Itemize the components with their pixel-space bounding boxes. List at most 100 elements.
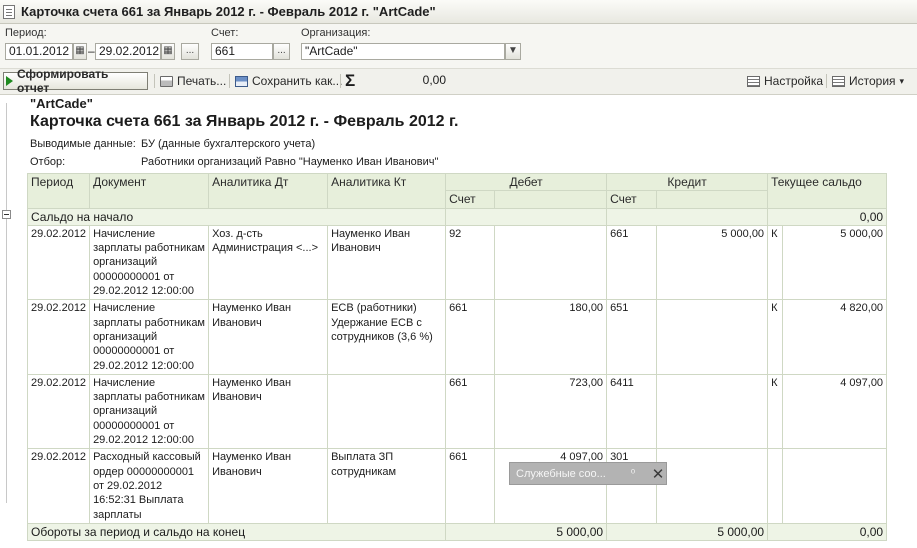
col-header-debit[interactable]: Дебет [445,172,608,192]
cell-debit-account: 92 [445,224,496,301]
col-header-credit[interactable]: Кредит [606,172,769,192]
cell-analytics-dt[interactable]: Науменко Иван Иванович [208,373,329,450]
period-select-button[interactable]: ... [181,43,199,60]
document-icon [3,4,15,19]
window-titlebar: Карточка счета 661 за Январь 2012 г. - Ф… [0,0,917,24]
cell-document[interactable]: Расходный кассовый ордер 00000000001 от … [89,448,210,524]
header-row: Период Документ Аналитика Дт Аналитика К… [26,172,888,209]
close-icon[interactable]: ✕ [650,465,666,483]
generate-report-button[interactable]: Сформировать отчет [3,67,148,95]
col-header-credit-account[interactable]: Счет [606,190,658,209]
account-label: Счет: [211,27,239,39]
chevron-down-icon: ▾ [899,75,905,86]
col-header-analytics-kt[interactable]: Аналитика Кт [327,173,447,209]
history-icon [832,75,845,87]
settings-icon [747,75,760,87]
sigma-icon: Σ [345,71,356,90]
cell-debit-account: 661 [445,448,496,524]
cell-period: 29.02.2012 [26,299,91,375]
report-title: Карточка счета 661 за Январь 2012 г. - Ф… [30,113,459,130]
filter-panel: Период: 01.01.2012 ▦ – 29.02.2012 ▦ ... … [0,24,917,68]
cell-credit-amount: 5 000,00 [656,224,769,301]
history-label: История [849,74,896,88]
date-to-input[interactable]: 29.02.2012 [95,43,161,60]
opening-balance-label: Сальдо на начало [26,207,447,226]
col-header-debit-account[interactable]: Счет [445,190,496,209]
filter-value: Работники организаций Равно "Науменко Ив… [141,156,439,168]
cell-document[interactable]: Начисление зарплаты работникам организац… [89,224,210,301]
cell-debit-account: 661 [445,373,496,450]
save-as-label: Сохранить как... [252,74,343,88]
totals-credit: 5 000,00 [606,522,769,542]
report-sheet: "ArtCade" Карточка счета 661 за Январь 2… [0,95,917,548]
floppy-disk-icon [235,75,248,87]
toolbar-separator [229,74,230,88]
col-header-document[interactable]: Документ [89,173,210,209]
cell-period: 29.02.2012 [26,448,91,524]
cell-credit-account: 651 [606,299,658,375]
table-row[interactable]: 29.02.2012 Начисление зарплаты работника… [26,299,888,375]
totals-debit: 5 000,00 [445,522,608,542]
play-icon [6,76,13,86]
cell-document[interactable]: Начисление зарплаты работникам организац… [89,299,210,375]
period-label: Период: [5,27,47,39]
output-data-value: БУ (данные бухгалтерского учета) [141,138,316,150]
cell-debit-amount [494,224,608,301]
cell-credit-account: 6411 [606,373,658,450]
cell-analytics-dt[interactable]: Науменко Иван Иванович [208,448,329,524]
cell-analytics-kt[interactable]: ЕСВ (работники) Удержание ЕСВ с сотрудни… [327,299,447,375]
cell-balance-amount: 4 097,00 [782,373,888,450]
group-tree-line [6,103,7,503]
history-button[interactable]: История ▾ [832,72,904,90]
table-row[interactable]: 29.02.2012 Начисление зарплаты работника… [26,224,888,301]
toolbar-separator [154,74,155,88]
cell-balance-side [767,448,784,524]
printer-icon [160,75,173,87]
cell-analytics-dt[interactable]: Хоз. д-сть Администрация <...> [208,224,329,301]
save-as-button[interactable]: Сохранить как... [235,72,342,90]
cell-debit-amount: 723,00 [494,373,608,450]
cell-balance-side: К [767,224,784,301]
opening-balance-row[interactable]: Сальдо на начало 0,00 [26,207,888,226]
date-from-input[interactable]: 01.01.2012 [5,43,73,60]
cell-debit-amount: 4 097,00 [494,448,608,524]
calendar-to-icon[interactable]: ▦ [161,43,175,60]
service-messages-popup[interactable]: Служебные соо... ⁰ ✕ [509,462,667,485]
cell-analytics-dt[interactable]: Науменко Иван Иванович [208,299,329,375]
cell-document[interactable]: Начисление зарплаты работникам организац… [89,373,210,450]
print-button[interactable]: Печать... [160,72,226,90]
organization-input[interactable]: "ArtCade" [301,43,505,60]
cell-analytics-kt[interactable] [327,373,447,450]
col-header-analytics-dt[interactable]: Аналитика Дт [208,173,329,209]
print-label: Печать... [177,74,227,88]
toolbar-separator [340,74,341,88]
pin-icon[interactable]: ⁰ [628,467,638,480]
cell-analytics-kt[interactable]: Выплата ЗП сотрудникам [327,448,447,524]
window-title: Карточка счета 661 за Январь 2012 г. - Ф… [21,4,436,19]
cell-balance-amount [782,448,888,524]
report-table: Период Документ Аналитика Дт Аналитика К… [26,172,888,542]
totals-label: Обороты за период и сальдо на конец [26,522,447,542]
account-input[interactable]: 661 [211,43,273,60]
collapse-group-icon[interactable] [2,210,11,219]
chevron-down-icon[interactable]: ▼ [505,43,521,60]
account-select-button[interactable]: ... [273,43,290,60]
filter-label: Отбор: [30,156,66,168]
table-row[interactable]: 29.02.2012 Начисление зарплаты работника… [26,373,888,450]
table-row[interactable]: 29.02.2012 Расходный кассовый ордер 0000… [26,448,888,524]
period-dash: – [88,44,95,58]
col-header-period[interactable]: Период [26,173,91,209]
service-messages-label: Служебные соо... [516,467,606,480]
col-header-debit-amount [494,190,608,209]
cell-balance-side: К [767,373,784,450]
cell-analytics-kt[interactable]: Науменко Иван Иванович [327,224,447,301]
col-header-balance[interactable]: Текущее сальдо [767,173,888,209]
cell-balance-amount: 5 000,00 [782,224,888,301]
totals-balance: 0,00 [767,522,888,542]
totals-row[interactable]: Обороты за период и сальдо на конец 5 00… [26,522,888,542]
cell-credit-amount [656,299,769,375]
calendar-from-icon[interactable]: ▦ [73,43,87,60]
cell-debit-amount: 180,00 [494,299,608,375]
opening-balance-value: 0,00 [767,207,888,226]
settings-button[interactable]: Настройка [747,72,823,90]
